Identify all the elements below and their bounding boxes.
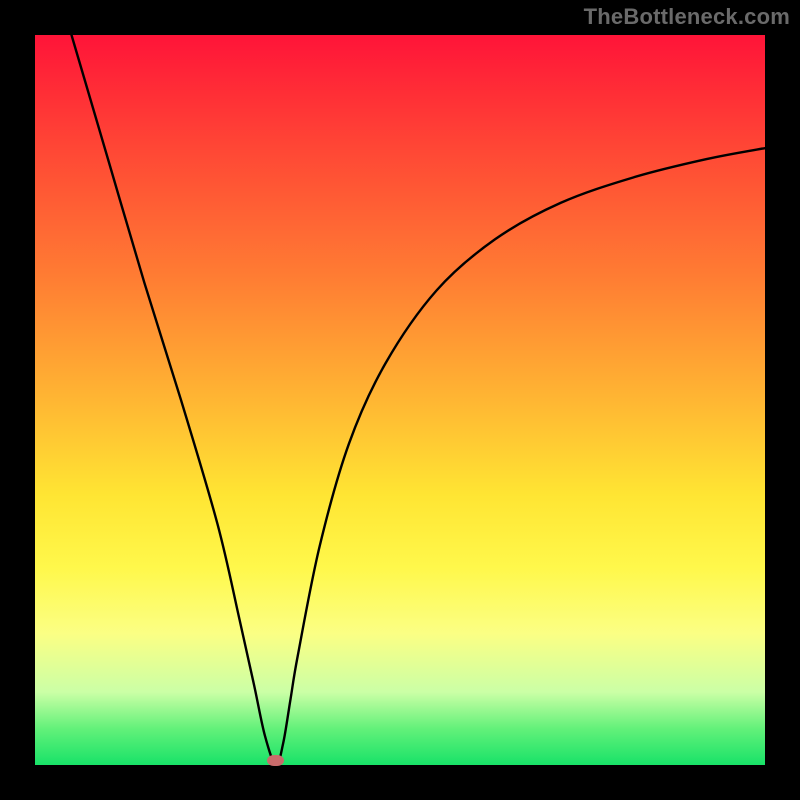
min-point-marker xyxy=(267,755,284,766)
watermark-text: TheBottleneck.com xyxy=(584,4,790,30)
curve-svg xyxy=(35,35,765,765)
chart-frame: TheBottleneck.com xyxy=(0,0,800,800)
bottleneck-curve xyxy=(72,35,766,765)
plot-area xyxy=(35,35,765,765)
